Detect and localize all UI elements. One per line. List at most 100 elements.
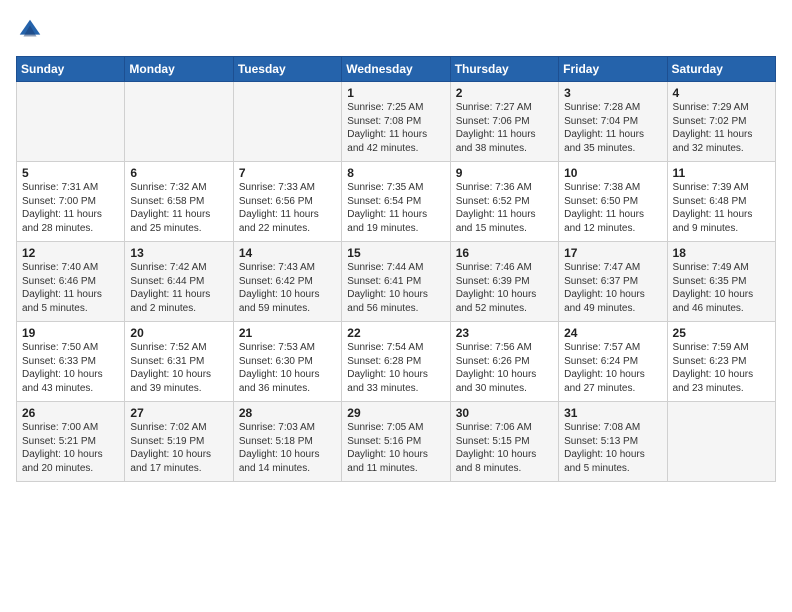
calendar-cell: 28Sunrise: 7:03 AM Sunset: 5:18 PM Dayli… xyxy=(233,402,341,482)
day-number: 27 xyxy=(130,406,228,420)
day-info: Sunrise: 7:06 AM Sunset: 5:15 PM Dayligh… xyxy=(456,421,554,475)
day-info: Sunrise: 7:57 AM Sunset: 6:24 PM Dayligh… xyxy=(564,341,662,395)
day-info: Sunrise: 7:46 AM Sunset: 6:39 PM Dayligh… xyxy=(456,261,554,315)
calendar-cell: 27Sunrise: 7:02 AM Sunset: 5:19 PM Dayli… xyxy=(125,402,233,482)
day-info: Sunrise: 7:03 AM Sunset: 5:18 PM Dayligh… xyxy=(239,421,337,475)
calendar-cell: 7Sunrise: 7:33 AM Sunset: 6:56 PM Daylig… xyxy=(233,162,341,242)
day-info: Sunrise: 7:36 AM Sunset: 6:52 PM Dayligh… xyxy=(456,181,554,235)
day-number: 17 xyxy=(564,246,662,260)
calendar-cell xyxy=(17,82,125,162)
day-info: Sunrise: 7:25 AM Sunset: 7:08 PM Dayligh… xyxy=(347,101,445,155)
calendar-cell: 30Sunrise: 7:06 AM Sunset: 5:15 PM Dayli… xyxy=(450,402,558,482)
header-day-monday: Monday xyxy=(125,57,233,82)
calendar-cell: 6Sunrise: 7:32 AM Sunset: 6:58 PM Daylig… xyxy=(125,162,233,242)
header-day-tuesday: Tuesday xyxy=(233,57,341,82)
header-day-thursday: Thursday xyxy=(450,57,558,82)
calendar-cell: 9Sunrise: 7:36 AM Sunset: 6:52 PM Daylig… xyxy=(450,162,558,242)
calendar-cell: 22Sunrise: 7:54 AM Sunset: 6:28 PM Dayli… xyxy=(342,322,450,402)
day-info: Sunrise: 7:08 AM Sunset: 5:13 PM Dayligh… xyxy=(564,421,662,475)
calendar-cell: 24Sunrise: 7:57 AM Sunset: 6:24 PM Dayli… xyxy=(559,322,667,402)
day-number: 9 xyxy=(456,166,554,180)
day-info: Sunrise: 7:54 AM Sunset: 6:28 PM Dayligh… xyxy=(347,341,445,395)
header-day-sunday: Sunday xyxy=(17,57,125,82)
calendar-body: 1Sunrise: 7:25 AM Sunset: 7:08 PM Daylig… xyxy=(17,82,776,482)
calendar-cell: 14Sunrise: 7:43 AM Sunset: 6:42 PM Dayli… xyxy=(233,242,341,322)
day-info: Sunrise: 7:49 AM Sunset: 6:35 PM Dayligh… xyxy=(673,261,771,315)
week-row-5: 26Sunrise: 7:00 AM Sunset: 5:21 PM Dayli… xyxy=(17,402,776,482)
calendar-cell: 12Sunrise: 7:40 AM Sunset: 6:46 PM Dayli… xyxy=(17,242,125,322)
calendar-cell: 31Sunrise: 7:08 AM Sunset: 5:13 PM Dayli… xyxy=(559,402,667,482)
day-info: Sunrise: 7:52 AM Sunset: 6:31 PM Dayligh… xyxy=(130,341,228,395)
calendar-cell: 4Sunrise: 7:29 AM Sunset: 7:02 PM Daylig… xyxy=(667,82,775,162)
day-number: 31 xyxy=(564,406,662,420)
page-container: SundayMondayTuesdayWednesdayThursdayFrid… xyxy=(0,0,792,492)
day-info: Sunrise: 7:31 AM Sunset: 7:00 PM Dayligh… xyxy=(22,181,120,235)
calendar-cell: 17Sunrise: 7:47 AM Sunset: 6:37 PM Dayli… xyxy=(559,242,667,322)
day-info: Sunrise: 7:35 AM Sunset: 6:54 PM Dayligh… xyxy=(347,181,445,235)
day-number: 7 xyxy=(239,166,337,180)
calendar-cell: 20Sunrise: 7:52 AM Sunset: 6:31 PM Dayli… xyxy=(125,322,233,402)
calendar-cell: 16Sunrise: 7:46 AM Sunset: 6:39 PM Dayli… xyxy=(450,242,558,322)
header-row: SundayMondayTuesdayWednesdayThursdayFrid… xyxy=(17,57,776,82)
day-info: Sunrise: 7:56 AM Sunset: 6:26 PM Dayligh… xyxy=(456,341,554,395)
day-number: 24 xyxy=(564,326,662,340)
calendar-cell: 19Sunrise: 7:50 AM Sunset: 6:33 PM Dayli… xyxy=(17,322,125,402)
day-info: Sunrise: 7:43 AM Sunset: 6:42 PM Dayligh… xyxy=(239,261,337,315)
calendar-cell: 13Sunrise: 7:42 AM Sunset: 6:44 PM Dayli… xyxy=(125,242,233,322)
day-info: Sunrise: 7:39 AM Sunset: 6:48 PM Dayligh… xyxy=(673,181,771,235)
day-number: 16 xyxy=(456,246,554,260)
day-number: 12 xyxy=(22,246,120,260)
day-number: 13 xyxy=(130,246,228,260)
calendar-cell: 21Sunrise: 7:53 AM Sunset: 6:30 PM Dayli… xyxy=(233,322,341,402)
day-number: 11 xyxy=(673,166,771,180)
calendar-header: SundayMondayTuesdayWednesdayThursdayFrid… xyxy=(17,57,776,82)
calendar-cell: 25Sunrise: 7:59 AM Sunset: 6:23 PM Dayli… xyxy=(667,322,775,402)
day-number: 10 xyxy=(564,166,662,180)
week-row-1: 1Sunrise: 7:25 AM Sunset: 7:08 PM Daylig… xyxy=(17,82,776,162)
day-info: Sunrise: 7:33 AM Sunset: 6:56 PM Dayligh… xyxy=(239,181,337,235)
day-info: Sunrise: 7:53 AM Sunset: 6:30 PM Dayligh… xyxy=(239,341,337,395)
day-number: 1 xyxy=(347,86,445,100)
day-number: 2 xyxy=(456,86,554,100)
day-number: 19 xyxy=(22,326,120,340)
header-day-friday: Friday xyxy=(559,57,667,82)
day-info: Sunrise: 7:42 AM Sunset: 6:44 PM Dayligh… xyxy=(130,261,228,315)
day-number: 20 xyxy=(130,326,228,340)
day-info: Sunrise: 7:00 AM Sunset: 5:21 PM Dayligh… xyxy=(22,421,120,475)
calendar-cell: 10Sunrise: 7:38 AM Sunset: 6:50 PM Dayli… xyxy=(559,162,667,242)
day-number: 6 xyxy=(130,166,228,180)
day-info: Sunrise: 7:59 AM Sunset: 6:23 PM Dayligh… xyxy=(673,341,771,395)
day-number: 8 xyxy=(347,166,445,180)
day-number: 30 xyxy=(456,406,554,420)
day-info: Sunrise: 7:40 AM Sunset: 6:46 PM Dayligh… xyxy=(22,261,120,315)
calendar-cell xyxy=(125,82,233,162)
day-number: 21 xyxy=(239,326,337,340)
day-info: Sunrise: 7:27 AM Sunset: 7:06 PM Dayligh… xyxy=(456,101,554,155)
page-header xyxy=(16,16,776,44)
day-number: 28 xyxy=(239,406,337,420)
week-row-3: 12Sunrise: 7:40 AM Sunset: 6:46 PM Dayli… xyxy=(17,242,776,322)
day-number: 22 xyxy=(347,326,445,340)
calendar-cell xyxy=(667,402,775,482)
day-info: Sunrise: 7:05 AM Sunset: 5:16 PM Dayligh… xyxy=(347,421,445,475)
calendar-cell xyxy=(233,82,341,162)
week-row-2: 5Sunrise: 7:31 AM Sunset: 7:00 PM Daylig… xyxy=(17,162,776,242)
day-number: 14 xyxy=(239,246,337,260)
day-number: 23 xyxy=(456,326,554,340)
week-row-4: 19Sunrise: 7:50 AM Sunset: 6:33 PM Dayli… xyxy=(17,322,776,402)
day-number: 5 xyxy=(22,166,120,180)
header-day-wednesday: Wednesday xyxy=(342,57,450,82)
calendar-cell: 18Sunrise: 7:49 AM Sunset: 6:35 PM Dayli… xyxy=(667,242,775,322)
header-day-saturday: Saturday xyxy=(667,57,775,82)
day-number: 18 xyxy=(673,246,771,260)
calendar-cell: 29Sunrise: 7:05 AM Sunset: 5:16 PM Dayli… xyxy=(342,402,450,482)
day-info: Sunrise: 7:02 AM Sunset: 5:19 PM Dayligh… xyxy=(130,421,228,475)
calendar-cell: 3Sunrise: 7:28 AM Sunset: 7:04 PM Daylig… xyxy=(559,82,667,162)
logo xyxy=(16,16,48,44)
calendar-cell: 23Sunrise: 7:56 AM Sunset: 6:26 PM Dayli… xyxy=(450,322,558,402)
day-number: 25 xyxy=(673,326,771,340)
day-info: Sunrise: 7:28 AM Sunset: 7:04 PM Dayligh… xyxy=(564,101,662,155)
day-info: Sunrise: 7:47 AM Sunset: 6:37 PM Dayligh… xyxy=(564,261,662,315)
calendar-cell: 11Sunrise: 7:39 AM Sunset: 6:48 PM Dayli… xyxy=(667,162,775,242)
day-info: Sunrise: 7:44 AM Sunset: 6:41 PM Dayligh… xyxy=(347,261,445,315)
